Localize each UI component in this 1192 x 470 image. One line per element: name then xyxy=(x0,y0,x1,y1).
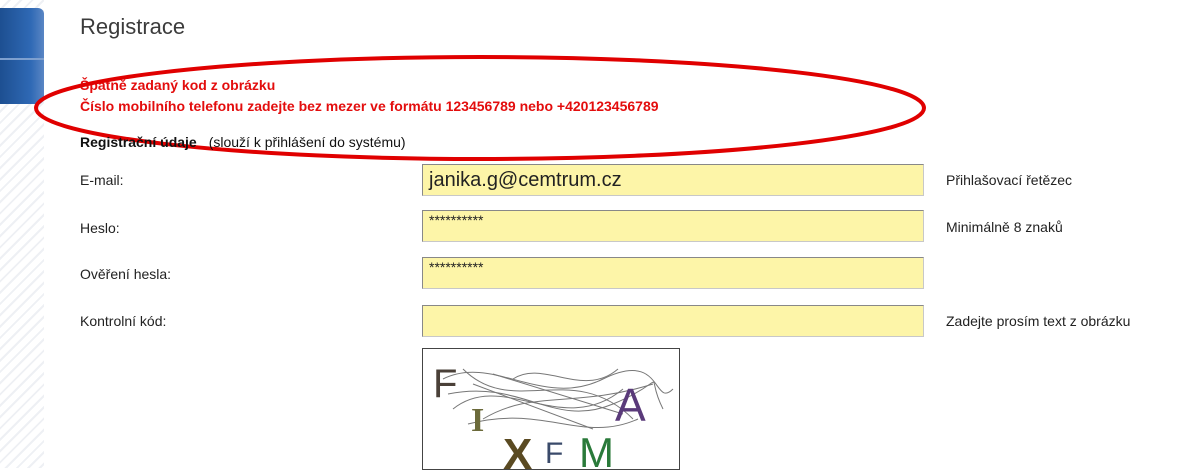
password-confirm-label: Ověření hesla: xyxy=(80,266,172,282)
captcha-input[interactable] xyxy=(422,305,924,337)
captcha-label: Kontrolní kód: xyxy=(80,313,167,329)
captcha-glyph-a: A xyxy=(615,379,646,431)
captcha-glyph-m: M xyxy=(579,429,614,469)
email-hint: Přihlašovací řetězec xyxy=(946,172,1073,188)
error-message-phone: Číslo mobilního telefonu zadejte bez mez… xyxy=(80,98,659,114)
captcha-glyph-f: F xyxy=(433,362,457,406)
captcha-glyph-x: X xyxy=(503,430,532,469)
page-title: Registrace xyxy=(80,14,186,39)
email-label: E-mail: xyxy=(80,172,124,188)
section-heading-title: Registrační údaje xyxy=(80,134,197,150)
password-hint: Minimálně 8 znaků xyxy=(946,219,1063,235)
password-label: Heslo: xyxy=(80,220,120,236)
error-message-captcha: Špatně zadaný kod z obrázku xyxy=(80,77,276,93)
section-heading-note: (slouží k přihlášení do systému) xyxy=(208,134,406,150)
email-field[interactable]: janika.g@cemtrum.cz xyxy=(422,164,924,196)
captcha-glyph-i: I xyxy=(471,402,484,439)
captcha-drawing: F I X F M A xyxy=(433,362,674,469)
password-confirm-field[interactable]: ********** xyxy=(422,257,924,289)
password-field[interactable]: ********** xyxy=(422,210,924,242)
left-decorative-strip xyxy=(0,0,44,468)
section-heading: Registrační údaje (slouží k přihlášení do… xyxy=(80,134,406,150)
captcha-image: F I X F M A xyxy=(422,348,680,470)
blue-nav-tab xyxy=(0,8,44,104)
captcha-hint: Zadejte prosím text z obrázku xyxy=(946,313,1131,329)
captcha-glyph-f2: F xyxy=(545,437,563,469)
